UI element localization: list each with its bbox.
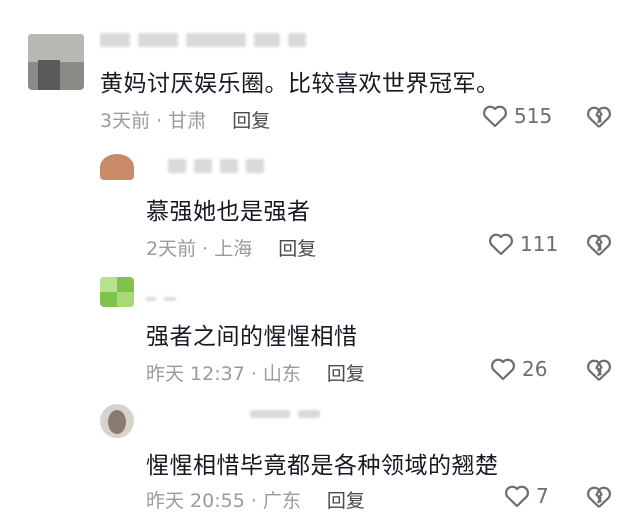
comment-time-location: 3天前 · 甘肃 [100,110,207,132]
broken-heart-icon [587,234,611,256]
avatar[interactable] [28,34,84,90]
dislike-button[interactable] [586,105,612,129]
comment-meta: 昨天 20:55 · 广东 回复 [146,486,365,513]
reply-comment-item: 强者之间的惺惺相惜 昨天 12:37 · 山东 回复 26 [0,265,640,392]
like-button[interactable]: 7 [504,484,549,508]
avatar[interactable] [100,404,134,438]
avatar[interactable] [100,154,134,180]
like-count: 111 [520,232,559,256]
comment-text: 惺惺相惜毕竟都是各种领域的翘楚 [146,453,499,479]
like-count: 515 [514,104,553,128]
avatar[interactable] [100,277,134,307]
comment-meta: 昨天 12:37 · 山东 回复 [146,359,365,386]
like-count: 26 [522,357,548,381]
like-button[interactable]: 26 [490,357,547,381]
heart-outline-icon [483,105,507,128]
comment-text: 强者之间的惺惺相惜 [146,324,358,350]
comment-meta: 3天前 · 甘肃 回复 [100,106,270,133]
username-blurred[interactable] [168,158,264,174]
comment-time-location: 昨天 12:37 · 山东 [146,363,301,385]
comment-text: 黄妈讨厌娱乐圈。比较喜欢世界冠军。 [100,71,500,97]
comment-time-location: 2天前 · 上海 [146,238,253,260]
comment-text: 慕强她也是强者 [146,199,311,225]
dislike-button[interactable] [586,485,612,509]
reply-button[interactable]: 回复 [327,486,365,513]
username-blurred[interactable] [100,32,306,48]
heart-outline-icon [491,358,515,381]
broken-heart-icon [587,359,611,381]
dislike-button[interactable] [586,358,612,382]
dislike-button[interactable] [586,233,612,257]
heart-outline-icon [505,485,529,508]
reply-button[interactable]: 回复 [232,106,270,133]
broken-heart-icon [587,486,611,508]
username-blurred[interactable] [250,406,320,422]
like-button[interactable]: 515 [482,104,552,128]
username-blurred[interactable] [146,291,176,307]
comment-meta: 2天前 · 上海 回复 [146,234,316,261]
like-button[interactable]: 111 [488,232,558,256]
reply-comment-item: 慕强她也是强者 2天前 · 上海 回复 111 [0,140,640,265]
reply-button[interactable]: 回复 [327,359,365,386]
heart-outline-icon [489,233,513,256]
like-count: 7 [536,484,549,508]
reply-comment-item: 惺惺相惜毕竟都是各种领域的翘楚 昨天 20:55 · 广东 回复 7 [0,392,640,519]
comment-time-location: 昨天 20:55 · 广东 [146,490,301,512]
broken-heart-icon [587,106,611,128]
comment-item: 黄妈讨厌娱乐圈。比较喜欢世界冠军。 3天前 · 甘肃 回复 515 [0,0,640,140]
reply-button[interactable]: 回复 [278,234,316,261]
